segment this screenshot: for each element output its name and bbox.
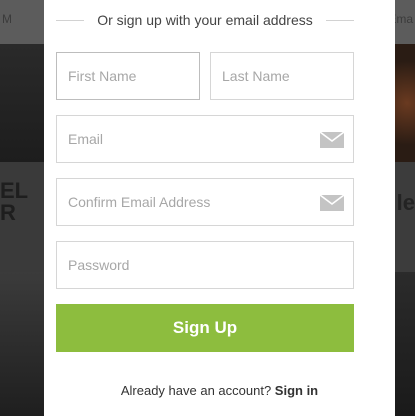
sign-in-prompt: Already have an account? — [120, 383, 272, 398]
signup-modal: Or sign up with your email address Sign … — [44, 0, 395, 416]
divider-text: Or sign up with your email address — [97, 12, 313, 28]
confirm-email-field-box — [56, 178, 354, 226]
background-heading-left: EL R — [0, 178, 29, 225]
last-name-field-box — [210, 52, 354, 100]
email-field-box — [56, 115, 354, 163]
first-name-field-box — [56, 52, 200, 100]
email-input[interactable] — [57, 116, 353, 162]
mail-icon — [320, 132, 344, 148]
sign-up-button[interactable]: Sign Up — [56, 304, 354, 352]
sign-in-prompt-line: Already have an account? Sign in — [44, 383, 395, 398]
background-image-right — [395, 44, 415, 162]
sign-in-link[interactable]: Sign in — [275, 383, 318, 398]
password-input[interactable] — [57, 242, 353, 288]
divider-line-left — [56, 20, 84, 21]
divider-line-right — [326, 20, 354, 21]
background-nav-text: M — [2, 12, 12, 26]
divider: Or sign up with your email address — [56, 10, 354, 30]
background-image-left — [0, 44, 44, 162]
confirm-email-input[interactable] — [57, 179, 353, 225]
background-footer-left — [0, 272, 44, 416]
first-name-input[interactable] — [57, 53, 199, 99]
mail-icon — [320, 195, 344, 211]
background-panel-right — [395, 162, 415, 272]
password-field-box — [56, 241, 354, 289]
background-footer-right — [395, 272, 415, 416]
last-name-input[interactable] — [211, 53, 353, 99]
background-heading-right: le — [396, 190, 415, 215]
